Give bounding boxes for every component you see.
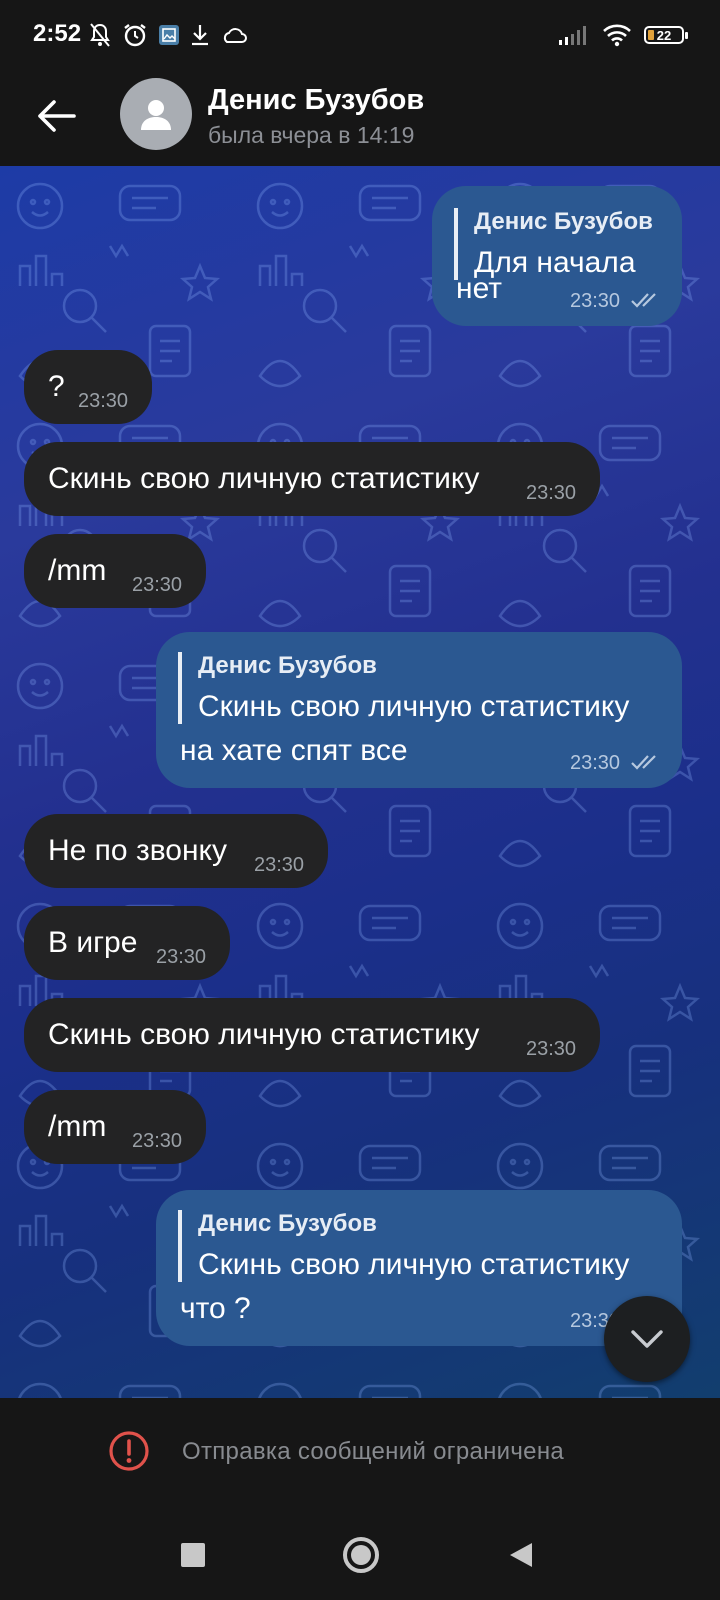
- message-text: на хате спят все: [180, 734, 408, 767]
- chevron-down-icon: [631, 1330, 663, 1348]
- alarm-icon: [124, 24, 146, 47]
- message-incoming[interactable]: ? 23:30: [24, 350, 152, 424]
- gallery-icon: [159, 25, 179, 45]
- reply-text: Скинь свою личную статистику: [198, 690, 630, 723]
- reply-quote[interactable]: Денис Бузубов Для начала: [454, 208, 653, 280]
- message-time: 23:30: [156, 946, 207, 968]
- message-text: ?: [48, 370, 65, 403]
- download-icon: [192, 25, 208, 46]
- message-outgoing[interactable]: Денис Бузубов Скинь свою личную статисти…: [156, 632, 682, 788]
- status-bar: 2:52 22: [0, 0, 720, 70]
- restriction-bar: Отправка сообщений ограничена: [0, 1398, 720, 1508]
- status-icons-right: 22: [558, 20, 688, 50]
- read-check-icon: [631, 293, 656, 308]
- system-nav-bar: [0, 1508, 720, 1600]
- message-incoming[interactable]: Скинь свою личную статистику 23:30: [24, 442, 600, 516]
- battery-level: 22: [656, 27, 672, 43]
- message-text: что ?: [180, 1292, 251, 1325]
- message-outgoing[interactable]: Денис Бузубов Скинь свою личную статисти…: [156, 1190, 682, 1346]
- cloud-icon: [223, 28, 247, 43]
- message-text: нет: [456, 272, 502, 305]
- message-time: 23:30: [254, 854, 305, 876]
- message-incoming[interactable]: /mm 23:30: [24, 534, 206, 608]
- contact-status: была вчера в 14:19: [208, 122, 415, 148]
- message-time: 23:30: [132, 574, 183, 596]
- message-time: 23:30: [526, 1038, 577, 1060]
- status-icons-left: [88, 20, 248, 50]
- message-time: 23:30: [132, 1130, 183, 1152]
- message-text: Не по звонку: [48, 834, 228, 867]
- message-incoming[interactable]: Не по звонку 23:30: [24, 814, 328, 888]
- reply-text: Скинь свою личную статистику: [198, 1248, 630, 1281]
- message-text: Скинь свою личную статистику: [48, 1018, 480, 1051]
- message-time: 23:30: [570, 290, 621, 312]
- message-text: /mm: [48, 1110, 107, 1143]
- reply-author: Денис Бузубов: [198, 652, 377, 679]
- chat-area[interactable]: Денис Бузубов Для начала нет 23:30 ? 23:…: [0, 166, 720, 1398]
- message-text: /mm: [48, 554, 107, 587]
- message-time: 23:30: [78, 390, 129, 412]
- chat-header: Денис Бузубов была вчера в 14:19: [0, 70, 720, 166]
- message-text: В игре: [48, 926, 138, 959]
- restriction-text: Отправка сообщений ограничена: [182, 1438, 565, 1465]
- alert-circle-icon: [109, 1431, 149, 1471]
- read-check-icon: [631, 755, 656, 770]
- battery-icon: 22: [644, 26, 688, 44]
- reply-quote[interactable]: Денис Бузубов Скинь свою личную статисти…: [178, 652, 629, 724]
- bell-off-icon: [90, 23, 110, 47]
- avatar[interactable]: [120, 78, 192, 150]
- recents-button[interactable]: [166, 1528, 220, 1582]
- back-nav-button[interactable]: [494, 1528, 548, 1582]
- signal-icon: [559, 26, 586, 45]
- person-icon: [141, 100, 171, 130]
- home-button[interactable]: [334, 1528, 388, 1582]
- message-time: 23:30: [526, 482, 577, 504]
- back-button[interactable]: [26, 86, 86, 146]
- message-incoming[interactable]: Скинь свою личную статистику 23:30: [24, 998, 600, 1072]
- triangle-back-icon: [510, 1543, 532, 1567]
- message-outgoing[interactable]: Денис Бузубов Для начала нет 23:30: [432, 186, 682, 326]
- home-circle-icon: [343, 1537, 379, 1573]
- message-text: Скинь свою личную статистику: [48, 462, 480, 495]
- reply-author: Денис Бузубов: [474, 208, 653, 235]
- square-icon: [181, 1543, 205, 1567]
- status-time: 2:52: [33, 20, 82, 47]
- contact-name[interactable]: Денис Бузубов: [208, 84, 424, 117]
- scroll-down-button[interactable]: [604, 1296, 690, 1382]
- reply-quote[interactable]: Денис Бузубов Скинь свою личную статисти…: [178, 1210, 629, 1282]
- arrow-left-icon: [38, 100, 76, 132]
- reply-author: Денис Бузубов: [198, 1210, 377, 1237]
- wifi-icon: [603, 24, 631, 47]
- message-incoming[interactable]: /mm 23:30: [24, 1090, 206, 1164]
- message-incoming[interactable]: В игре 23:30: [24, 906, 230, 980]
- message-time: 23:30: [570, 752, 621, 774]
